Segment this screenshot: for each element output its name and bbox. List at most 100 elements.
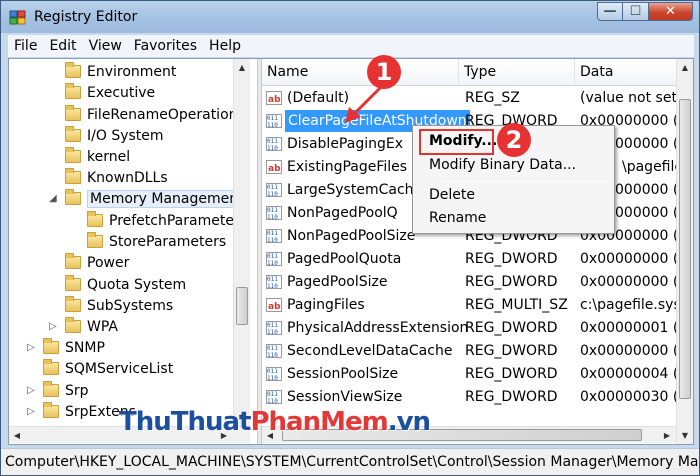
folder-icon <box>65 147 81 163</box>
modify-binary-data-menu-item[interactable]: Modify Binary Data... <box>416 154 611 176</box>
tree-item-executive[interactable]: Executive <box>65 82 155 103</box>
value-row[interactable]: 011 110 PagedPoolQuota REG_DWORD 0x000000… <box>262 248 693 270</box>
svg-text:011: 011 <box>267 253 278 260</box>
value-name: NonPagedPoolQ <box>287 205 398 221</box>
expand-arrow-icon[interactable]: ▷ <box>27 406 35 417</box>
dword-value-icon: 011110 <box>266 229 282 244</box>
menu-edit[interactable]: Edit <box>43 38 82 54</box>
dword-value-icon: 011110 <box>266 183 282 198</box>
folder-icon <box>65 168 81 184</box>
string-value-icon: ab <box>266 298 282 312</box>
tree-item-label: PrefetchParameters <box>109 212 247 229</box>
tree-item-wpa[interactable]: WPA <box>65 316 118 337</box>
value-data: 0x00000001 (1 <box>580 320 688 336</box>
string-value-icon: ab <box>266 91 282 105</box>
tree-item-knowndlls[interactable]: KnownDLLs <box>65 167 168 188</box>
folder-icon <box>65 296 81 312</box>
value-row[interactable]: ab (Default) REG_SZ (value not set) <box>262 87 693 109</box>
dword-value-icon: 011110 <box>266 321 282 336</box>
tree-item-label: StoreParameters <box>109 233 227 250</box>
registry-editor-window: Registry Editor — ☐ ✕ File Edit View Fav… <box>0 0 700 476</box>
value-type: REG_DWORD <box>465 274 558 290</box>
svg-text:110: 110 <box>267 283 278 290</box>
minimize-button[interactable]: — <box>597 2 623 21</box>
tree-item-snmp[interactable]: SNMP <box>43 337 105 358</box>
value-type: REG_DWORD <box>465 251 558 267</box>
string-value-icon: ab <box>266 160 282 174</box>
maximize-button[interactable]: ☐ <box>623 2 649 21</box>
pointer-arrow-icon <box>345 85 383 123</box>
scrollbar-thumb[interactable] <box>236 287 248 325</box>
value-row[interactable]: 011 110 PhysicalAddressExtension REG_DWOR… <box>262 317 693 339</box>
scroll-up-arrow-icon[interactable]: ▲ <box>234 59 250 76</box>
menu-favorites[interactable]: Favorites <box>128 38 203 54</box>
menu-view[interactable]: View <box>83 38 128 54</box>
value-row[interactable]: 011 110 PagedPoolSize REG_DWORD 0x0000000… <box>262 271 693 293</box>
column-header-name[interactable]: Name <box>262 59 459 85</box>
folder-icon <box>65 253 81 269</box>
tree-item-label: I/O System <box>87 127 164 144</box>
watermark-part-3: .vn <box>387 407 431 437</box>
value-data: 0x00000000 (0 <box>580 274 688 290</box>
tree-item-label: KnownDLLs <box>87 169 168 186</box>
menu-help[interactable]: Help <box>203 38 247 54</box>
svg-text:011: 011 <box>267 230 278 237</box>
title-bar[interactable]: Registry Editor — ☐ ✕ <box>1 1 699 33</box>
menu-file[interactable]: File <box>8 38 43 54</box>
dword-value-icon: 011110 <box>266 344 282 359</box>
tree-item-label: kernel <box>87 148 131 165</box>
collapse-arrow-icon[interactable]: ◢ <box>49 193 57 204</box>
tree-item-label: Memory Management <box>87 189 247 208</box>
value-row[interactable]: 011 110 SecondLevelDataCache REG_DWORD 0x… <box>262 340 693 362</box>
scrollbar-thumb[interactable] <box>679 99 691 399</box>
expand-arrow-icon[interactable]: ▷ <box>27 385 35 396</box>
tree-item-sqmservicelist[interactable]: SQMServiceList <box>43 358 173 379</box>
tree-item-storeparameters[interactable]: StoreParameters <box>87 231 226 252</box>
window-title: Registry Editor <box>34 9 138 25</box>
scroll-down-arrow-icon[interactable]: ▼ <box>677 427 693 444</box>
step-2-badge: 2 <box>497 123 531 157</box>
value-row[interactable]: 011 110 SessionViewSize REG_DWORD 0x00000… <box>262 386 693 408</box>
modify-highlight-box <box>419 129 494 155</box>
folder-icon <box>65 126 81 142</box>
value-row[interactable]: 011 110 SessionPoolSize REG_DWORD 0x00000… <box>262 363 693 385</box>
scroll-left-arrow-icon[interactable]: ◀ <box>9 427 25 444</box>
value-data: c:\pagefile.sys <box>580 297 681 313</box>
tree-item-srp[interactable]: Srp <box>43 380 89 401</box>
svg-text:011: 011 <box>267 368 278 375</box>
dword-value-icon: 011110 <box>266 114 282 129</box>
column-header-type[interactable]: Type <box>459 59 575 85</box>
expand-arrow-icon[interactable]: ▷ <box>49 321 57 332</box>
tree-item-quota-system[interactable]: Quota System <box>65 274 186 295</box>
list-vertical-scrollbar[interactable]: ▲ ▼ <box>676 59 693 444</box>
dword-value-icon: 011110 <box>266 137 282 152</box>
tree-item-subsystems[interactable]: SubSystems <box>65 295 173 316</box>
tree-item-environment[interactable]: Environment <box>65 61 176 82</box>
watermark-part-1: ThuThuat <box>119 407 251 437</box>
tree-item-memory-management[interactable]: Memory Management <box>65 188 247 209</box>
value-name: DisablePagingEx <box>287 136 403 152</box>
dword-value-icon: 011110 <box>266 390 282 405</box>
rename-menu-item[interactable]: Rename <box>416 207 611 229</box>
caption-buttons: — ☐ ✕ <box>597 2 693 21</box>
tree-item-power[interactable]: Power <box>65 252 129 273</box>
tree-item-prefetchparameters[interactable]: PrefetchParameters <box>87 210 247 231</box>
scroll-up-arrow-icon[interactable]: ▲ <box>677 59 693 76</box>
expand-arrow-icon[interactable]: ▷ <box>27 342 35 353</box>
value-row[interactable]: ab PagingFiles REG_MULTI_SZ c:\pagefile.… <box>262 294 693 316</box>
tree-vertical-scrollbar[interactable]: ▲ ▼ <box>233 59 250 426</box>
tree-item-filerenameoperations[interactable]: FileRenameOperations <box>65 104 245 125</box>
svg-text:ab: ab <box>268 95 281 105</box>
value-type: REG_DWORD <box>465 366 558 382</box>
svg-text:011: 011 <box>267 322 278 329</box>
close-button[interactable]: ✕ <box>649 2 693 21</box>
value-name: PagingFiles <box>287 297 365 313</box>
scroll-right-arrow-icon[interactable]: ▶ <box>659 427 675 444</box>
value-data: 0x00000030 (4 <box>580 389 688 405</box>
tree-item-kernel[interactable]: kernel <box>65 146 130 167</box>
svg-text:ab: ab <box>268 164 281 174</box>
svg-text:011: 011 <box>267 138 278 145</box>
tree-item-label: SubSystems <box>87 297 174 314</box>
tree-item-io-system[interactable]: I/O System <box>65 125 164 146</box>
delete-menu-item[interactable]: Delete <box>416 184 611 206</box>
